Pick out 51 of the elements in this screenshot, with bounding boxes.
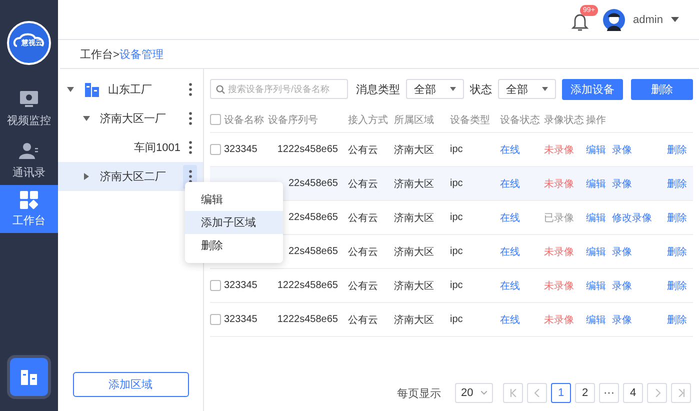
table-cell-text: 公有云: [348, 246, 378, 258]
table-cell: 1222s458e65: [277, 144, 338, 155]
status-text: 在线: [500, 178, 520, 190]
table-cell-text: 济南大区: [394, 212, 434, 224]
column-header: 操作: [586, 114, 606, 126]
table-cell-text: 公有云: [348, 144, 378, 156]
record-status: 未录像: [544, 144, 574, 156]
table-cell-text: 公有云: [348, 178, 378, 190]
record-status: 未录像: [544, 280, 574, 292]
status-text: 在线: [500, 246, 520, 258]
column-header: 所属区域: [394, 114, 434, 126]
column-header: 设备序列号: [268, 114, 318, 126]
table-cell: 22s458e65: [288, 178, 338, 189]
column-header: 设备名称: [224, 114, 264, 126]
table-cell: ipc: [450, 314, 463, 325]
column-header: 设备状态: [500, 114, 540, 126]
record-status: 未录像: [544, 314, 574, 326]
table-cell: 22s458e65: [288, 212, 338, 223]
table-cell-text: 济南大区: [394, 246, 434, 258]
record-status: 未录像: [544, 246, 574, 258]
table-cell: 1222s458e65: [277, 280, 338, 291]
table-cell: 22s458e65: [288, 246, 338, 257]
column-header: 设备类型: [450, 114, 490, 126]
table-cell-text: 济南大区: [394, 314, 434, 326]
table-cell: 323345: [224, 314, 258, 325]
page-size-label: 每页显示: [397, 386, 441, 400]
table-cell-text: 公有云: [348, 314, 378, 326]
column-header: 接入方式: [348, 114, 388, 126]
table-cell: ipc: [450, 144, 463, 155]
table-cell: ipc: [450, 246, 463, 257]
table-cell-text: 公有云: [348, 212, 378, 224]
status-text: 在线: [500, 314, 520, 326]
table-cell: ipc: [450, 178, 463, 189]
filter-label: 消息类型: [356, 82, 400, 96]
filter-label: 状态: [470, 82, 492, 96]
table-cell: 323345: [224, 280, 258, 291]
table-cell: ipc: [450, 280, 463, 291]
table-cell: 323345: [224, 144, 258, 155]
record-status: 已录像: [544, 212, 574, 224]
column-header: 录像状态: [544, 114, 584, 126]
status-text: 在线: [500, 280, 520, 292]
table-cell: ipc: [450, 212, 463, 223]
status-text: 在线: [500, 212, 520, 224]
table-cell-text: 公有云: [348, 280, 378, 292]
table-cell-text: 济南大区: [394, 280, 434, 292]
table-cell-text: 济南大区: [394, 178, 434, 190]
record-status: 未录像: [544, 178, 574, 190]
breadcrumb: 工作台>设备管理: [60, 41, 699, 69]
table-cell: 1222s458e65: [277, 314, 338, 325]
table-cell-text: 济南大区: [394, 144, 434, 156]
status-text: 在线: [500, 144, 520, 156]
